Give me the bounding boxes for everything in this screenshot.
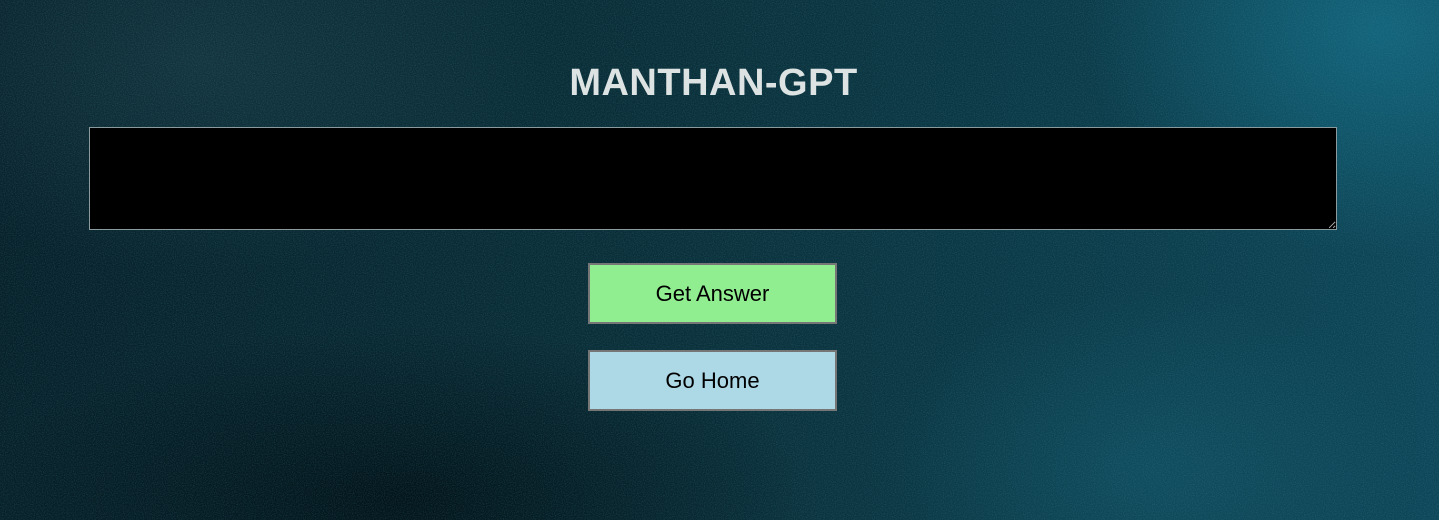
page-title: MANTHAN-GPT [569,62,858,104]
question-input[interactable] [89,127,1337,230]
get-answer-button[interactable]: Get Answer [588,263,837,324]
go-home-button[interactable]: Go Home [588,350,837,411]
